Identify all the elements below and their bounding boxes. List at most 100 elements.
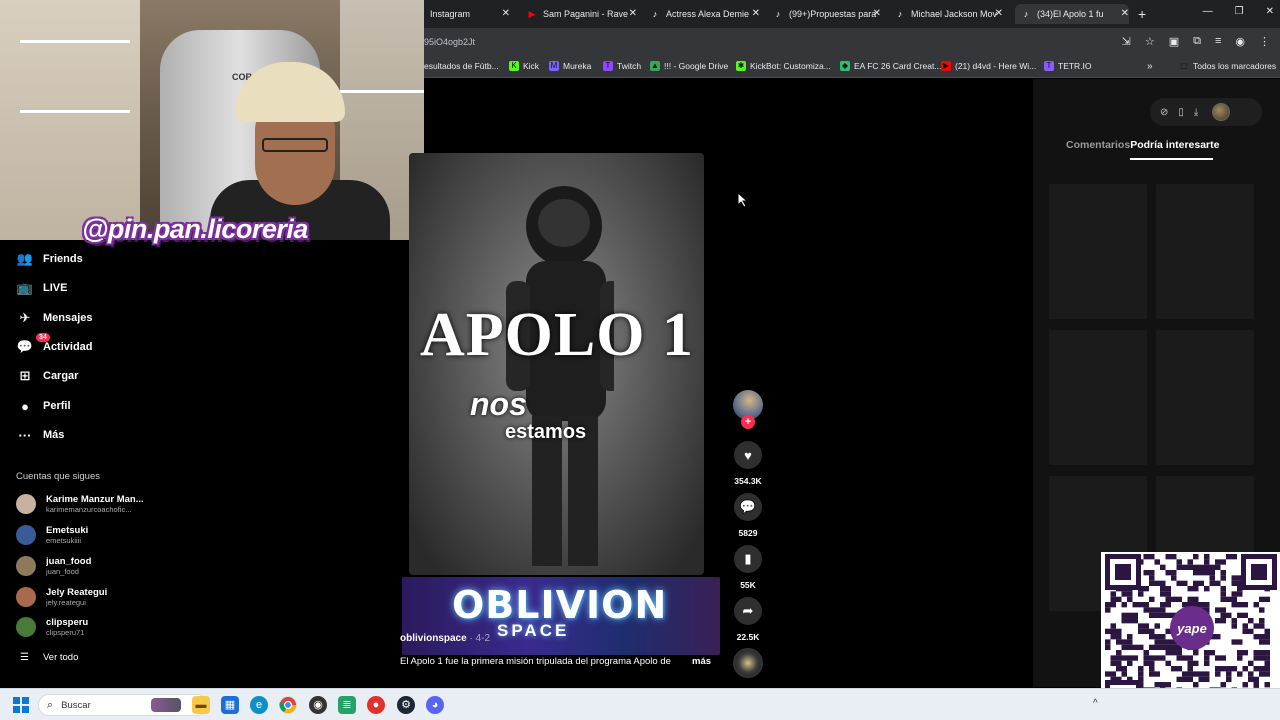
browser-tab[interactable]: Instagram ✕ (430, 4, 510, 24)
sidebar-item-live[interactable]: 📺 LIVE (16, 278, 68, 298)
bookmark-item[interactable]: esultados de Fútb... (424, 61, 499, 71)
bookmark-item[interactable]: ✱ KickBot: Customiza... (736, 61, 831, 71)
bookmark-item[interactable]: T TETR.IO (1044, 61, 1092, 71)
bookmark-icon: ◆ (840, 61, 850, 71)
edge-icon[interactable]: e (250, 696, 268, 714)
following-account[interactable]: Emetsuki emetsukiiii (16, 523, 88, 547)
new-tab-button[interactable]: + (1138, 4, 1146, 24)
sidebar-item-label: LIVE (43, 282, 68, 294)
save-count: 55K (740, 580, 756, 590)
bookmark-star-icon[interactable]: ☆ (1145, 35, 1155, 48)
profile-icon[interactable]: ◉ (1235, 35, 1245, 48)
close-tab-icon[interactable]: ✕ (502, 8, 510, 19)
account-name: clipsperu (46, 617, 89, 628)
bookmark-item[interactable]: T Twitch (603, 61, 641, 71)
tab-label: Michael Jackson Mov (911, 9, 998, 19)
see-all-link[interactable]: ☰ Ver todo (20, 652, 78, 663)
discord-icon[interactable]: ◕ (426, 696, 444, 714)
account-text: clipsperu clipsperu71 (46, 617, 88, 637)
install-icon[interactable]: ⇲ (1122, 35, 1131, 48)
extension-icon[interactable]: ▣ (1169, 35, 1179, 48)
video-author[interactable]: oblivionspace · 4-2 (400, 633, 490, 644)
astronaut-image (506, 186, 614, 566)
bookmarks-overflow-icon[interactable]: » (1147, 61, 1153, 72)
notepad-icon[interactable]: ≣ (338, 696, 356, 714)
tab-suggestions[interactable]: Podría interesarte (1130, 139, 1219, 160)
steam-icon[interactable]: ⚙ (397, 696, 415, 714)
close-tab-icon[interactable]: ✕ (873, 8, 881, 19)
sidebar-item-friends[interactable]: 👥 Friends (16, 249, 83, 269)
sidebar-item-actividad[interactable]: 💬 34 Actividad (16, 333, 93, 357)
sidebar-item-ms[interactable]: ··· Más (16, 425, 65, 445)
bookmark-item[interactable]: M Mureka (549, 61, 591, 71)
suggested-video-card[interactable] (1049, 184, 1147, 319)
tab-comments[interactable]: Comentarios (1066, 139, 1130, 151)
obs-icon[interactable]: ◉ (309, 696, 327, 714)
avatar (16, 587, 36, 607)
bookmark-label: Kick (523, 61, 540, 71)
suggested-video-card[interactable] (1156, 184, 1254, 319)
following-account[interactable]: Karime Manzur Man... karimemanzurcoachofi… (16, 492, 144, 516)
music-disc-icon[interactable] (733, 648, 763, 678)
windows-taskbar: ⌕ Buscar ▬ ▦ e ◉ ≣ ● ⚙ ◕ ^ (0, 688, 1280, 720)
browser-tab[interactable]: ♪ (34)El Apolo 1 fu ✕ (1015, 4, 1129, 24)
suggested-video-card[interactable] (1156, 330, 1254, 465)
friends-icon: 👥 (16, 251, 34, 266)
file-explorer-icon[interactable]: ▬ (192, 696, 210, 714)
sidebar-item-mensajes[interactable]: ✈ Mensajes (16, 308, 93, 328)
browser-tab[interactable]: ▶ Sam Paganini - Rave ✕ (527, 4, 637, 24)
share-button[interactable]: ➦ (734, 597, 762, 625)
glasses (262, 138, 328, 152)
mouse-cursor-icon (737, 192, 749, 208)
sidebar-item-cargar[interactable]: ⊞ Cargar (16, 366, 79, 386)
close-window-icon[interactable]: ✕ (1266, 6, 1274, 17)
window-controls: — ❐ ✕ (1203, 6, 1274, 17)
save-button[interactable]: ▮ (734, 545, 762, 573)
following-account[interactable]: clipsperu clipsperu71 (16, 615, 88, 639)
browser-tab[interactable]: ♪ Actress Alexa Demie ✕ (650, 4, 760, 24)
bookmark-label: EA FC 26 Card Creat... (854, 61, 942, 71)
bookmark-item[interactable]: K Kick (509, 61, 539, 71)
browser-tab[interactable]: ♪ (99+)Propuestas para ✕ (773, 4, 881, 24)
mobile-icon[interactable]: ▯ (1178, 107, 1184, 118)
record-app-icon[interactable]: ● (367, 696, 385, 714)
tiktok-icon: ♪ (1023, 9, 1029, 19)
download-icon[interactable]: ⤓ (1194, 107, 1198, 118)
bookmark-item[interactable]: ▶ (21) d4vd - Here Wi... (941, 61, 1036, 71)
close-tab-icon[interactable]: ✕ (752, 8, 760, 19)
chrome-icon[interactable] (279, 696, 297, 714)
bookmark-item[interactable]: ▢ Todos los marcadores (1179, 61, 1276, 71)
restore-icon[interactable]: ❐ (1235, 6, 1244, 17)
shelf (0, 0, 140, 240)
account-username: jely.reategui (46, 598, 86, 607)
comment-button[interactable]: 💬 (734, 493, 762, 521)
taskbar-search[interactable]: ⌕ Buscar (38, 694, 208, 716)
close-tab-icon[interactable]: ✕ (1121, 8, 1129, 19)
suggested-video-card[interactable] (1049, 330, 1147, 465)
embed-icon[interactable]: ⊘ (1160, 107, 1168, 118)
puzzle-icon[interactable]: ⧉ (1193, 35, 1201, 48)
close-tab-icon[interactable]: ✕ (995, 8, 1003, 19)
bookmark-item[interactable]: ▲ !!! - Google Drive (650, 61, 728, 71)
sidebar-item-perfil[interactable]: ● Perfil (16, 396, 70, 416)
bookmark-label: Mureka (563, 61, 592, 71)
following-account[interactable]: juan_food juan_food (16, 554, 91, 578)
author-name[interactable]: oblivionspace (400, 633, 467, 644)
following-account[interactable]: Jely Reategui jely.reategui (16, 585, 107, 609)
messages-icon: ✈ (19, 310, 31, 325)
user-avatar[interactable] (1212, 103, 1231, 121)
menu-icon[interactable]: ⋮ (1259, 35, 1270, 48)
url-field[interactable]: 95iO4ogb2Jt (424, 37, 475, 47)
store-icon[interactable]: ▦ (221, 696, 239, 714)
windows-start-icon[interactable] (13, 697, 29, 713)
tiktok-icon: ♪ (775, 9, 781, 19)
follow-plus-icon[interactable]: + (741, 415, 755, 429)
like-button[interactable]: ♥ (734, 441, 762, 469)
bookmark-item[interactable]: ◆ EA FC 26 Card Creat... (840, 61, 941, 71)
media-icon[interactable]: ≡ (1215, 35, 1221, 48)
minimize-icon[interactable]: — (1203, 6, 1213, 17)
browser-tab[interactable]: ♪ Michael Jackson Mov ✕ (895, 4, 1003, 24)
close-tab-icon[interactable]: ✕ (629, 8, 637, 19)
more-link[interactable]: más (692, 656, 711, 667)
tray-chevron-icon[interactable]: ^ (1093, 698, 1098, 709)
